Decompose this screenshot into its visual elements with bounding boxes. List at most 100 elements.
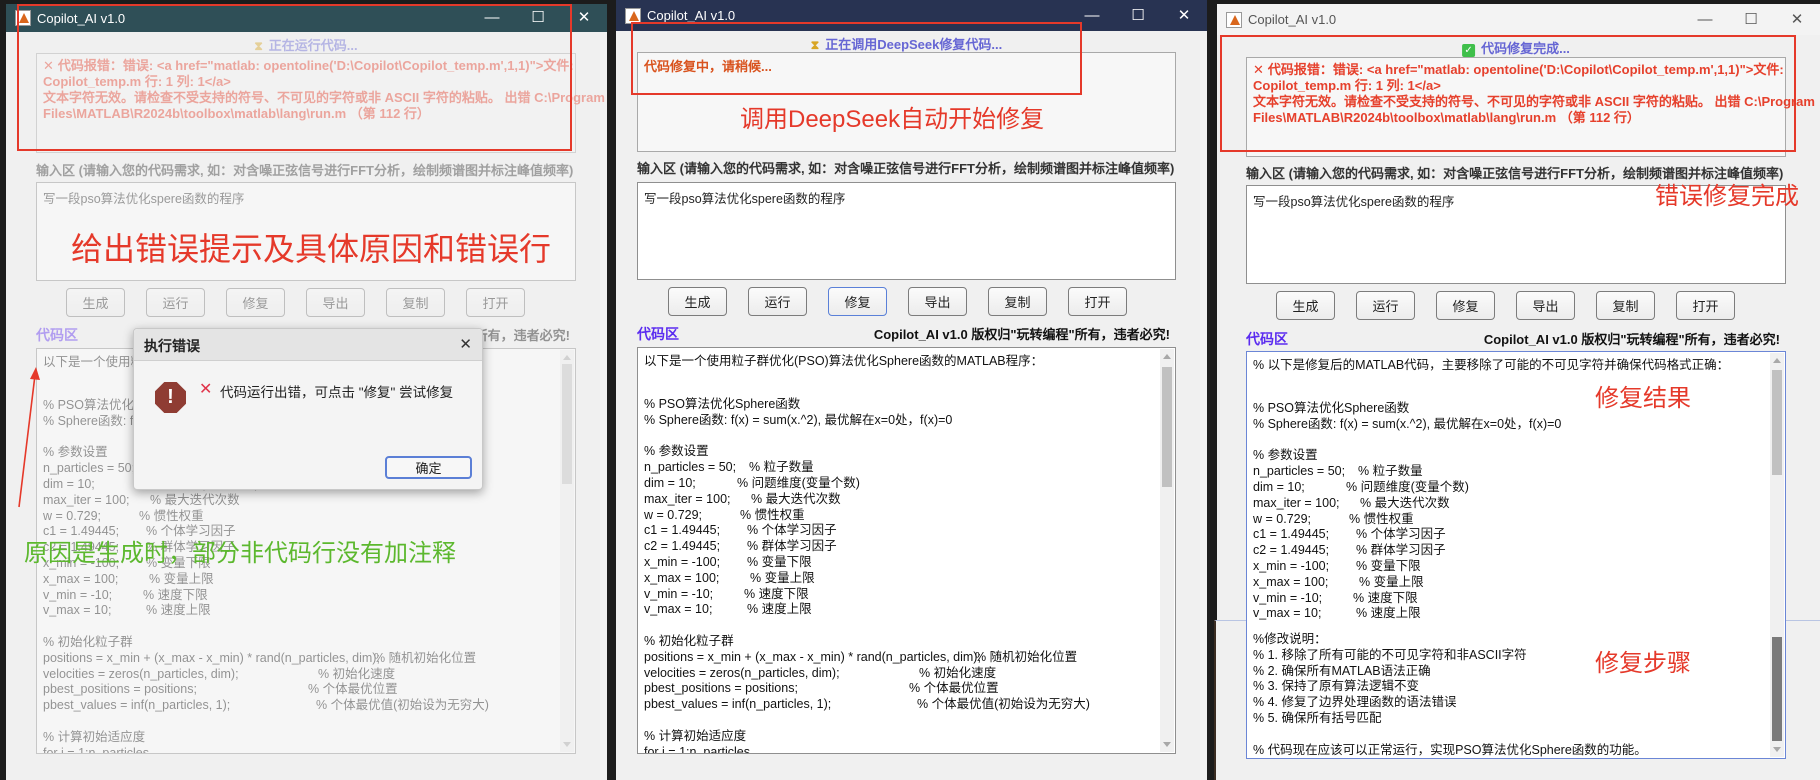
fix-note-line: % 代码现在应该可以正常运行，实现PSO算法优化Sphere函数的功能。 — [1253, 742, 1647, 758]
code-text: v_max = 10; — [644, 602, 712, 616]
code-comment: % 速度上限 — [146, 602, 211, 618]
code-text: max_iter = 100; — [644, 492, 731, 506]
generate-button[interactable]: 生成 — [1276, 291, 1335, 320]
code-line: c2 = 1.49445;% 群体学习因子 — [1253, 542, 1329, 558]
annotation-auto-fix: 调用DeepSeek自动开始修复 — [740, 99, 1044, 134]
run-button[interactable]: 运行 — [1356, 291, 1415, 320]
code-text: % 参数设置 — [1253, 448, 1318, 462]
code-text: for i = 1:n_particles — [43, 746, 149, 754]
fix-note-line: % 2. 确保所有MATLAB语法正确 — [1253, 663, 1431, 679]
code-comment: % 粒子数量 — [1358, 463, 1423, 479]
code-area-label: 代码区 — [1246, 329, 1288, 349]
code-line: c1 = 1.49445;% 个体学习因子 — [1253, 526, 1329, 542]
code-line: max_iter = 100;% 最大迭代次数 — [644, 491, 731, 507]
generate-button[interactable]: 生成 — [66, 288, 125, 317]
code-scrollbar[interactable] — [560, 350, 574, 752]
code-scrollbar[interactable] — [1770, 620, 1784, 757]
code-line: 以下是一个使用粒子群优化(PSO)算法优化Sphere函数的MATLAB程序： — [644, 353, 1043, 369]
run-button[interactable]: 运行 — [146, 288, 205, 317]
code-text: max_iter = 100; — [1253, 496, 1340, 510]
code-line: for i = 1:n_particles — [43, 745, 149, 754]
code-line: % 以下是修复后的MATLAB代码，主要移除了可能的不可见字符并确保代码格式正确… — [1253, 357, 1729, 373]
code-text: x_min = -100; — [644, 555, 720, 569]
scroll-up-arrow-icon[interactable] — [1773, 358, 1781, 363]
code-line: v_max = 10;% 速度上限 — [1253, 605, 1321, 621]
fix-button[interactable]: 修复 — [1436, 291, 1495, 320]
scroll-down-arrow-icon[interactable] — [1163, 742, 1171, 747]
code-comment: % 速度下限 — [143, 587, 208, 603]
run-button[interactable]: 运行 — [748, 287, 807, 316]
code-comment: % 群体学习因子 — [747, 538, 837, 554]
code-line: % 参数设置 — [644, 443, 709, 459]
dialog-ok-button[interactable]: 确定 — [385, 456, 472, 479]
code-comment: % 速度上限 — [1356, 605, 1421, 621]
scrollbar-thumb[interactable] — [1162, 367, 1172, 487]
annotation-fix-done: 错误修复完成 — [1655, 176, 1799, 211]
open-button[interactable]: 打开 — [466, 288, 525, 317]
code-comment: % 速度下限 — [1353, 590, 1418, 606]
code-line: positions = x_min + (x_max - x_min) * ra… — [644, 649, 981, 665]
code-comment: % 随机初始化位置 — [374, 650, 476, 666]
open-button[interactable]: 打开 — [1676, 291, 1735, 320]
open-button[interactable]: 打开 — [1068, 287, 1127, 316]
scroll-up-arrow-icon[interactable] — [1163, 354, 1171, 359]
scroll-down-arrow-icon[interactable] — [1773, 747, 1781, 752]
code-comment: % 个体最优值(初始设为无穷大) — [316, 697, 489, 713]
fix-note-line: %修改说明： — [1253, 631, 1327, 647]
export-button[interactable]: 导出 — [306, 288, 365, 317]
copy-button[interactable]: 复制 — [988, 287, 1047, 316]
code-text: v_min = -10; — [43, 588, 112, 602]
code-text: % PSO算法优化Sphere函数 — [644, 397, 800, 411]
code-comment: % 最大迭代次数 — [1360, 495, 1450, 511]
code-comment: % 变量下限 — [1356, 558, 1421, 574]
scroll-down-arrow-icon[interactable] — [563, 742, 571, 747]
export-button[interactable]: 导出 — [908, 287, 967, 316]
code-text: % Sphere函数: f(x) = sum(x.^2), 最优解在x=0处，f… — [644, 413, 952, 427]
dialog-title: 执行错误 — [144, 336, 200, 356]
code-line: x_min = -100;% 变量下限 — [1253, 558, 1329, 574]
code-line: x_max = 100;% 变量上限 — [1253, 574, 1328, 590]
code-text: c1 = 1.49445; — [644, 523, 720, 537]
code-line: velocities = zeros(n_particles, dim);% 初… — [644, 665, 840, 681]
code-text: n_particles = 50; — [644, 460, 736, 474]
copyright-text: Copilot_AI v1.0 版权归"玩转编程"所有，违者必究! — [874, 324, 1170, 343]
scrollbar-thumb[interactable] — [1772, 370, 1782, 475]
code-comment: % 速度上限 — [747, 601, 812, 617]
code-output-area[interactable]: 以下是一个使用粒子群优化(PSO)算法优化Sphere函数的MATLAB程序：%… — [637, 347, 1176, 754]
scrollbar-thumb[interactable] — [1772, 637, 1782, 741]
code-text: % 参数设置 — [644, 444, 709, 458]
generate-button[interactable]: 生成 — [668, 287, 727, 316]
dialog-titlebar: 执行错误 ✕ — [134, 329, 482, 361]
copy-button[interactable]: 复制 — [386, 288, 445, 317]
code-comment: % 最大迭代次数 — [150, 492, 240, 508]
code-comment: % 变量上限 — [149, 571, 214, 587]
code-text: v_max = 10; — [1253, 606, 1321, 620]
copy-button[interactable]: 复制 — [1596, 291, 1655, 320]
code-comment: % 变量上限 — [1359, 574, 1424, 590]
code-comment: % 个体最优位置 — [909, 680, 999, 696]
scroll-up-arrow-icon[interactable] — [563, 355, 571, 360]
prompt-input[interactable]: 写一段pso算法优化spere函数的程序 — [637, 182, 1176, 280]
fix-button[interactable]: 修复 — [828, 287, 887, 316]
code-scrollbar[interactable] — [1160, 349, 1174, 752]
code-comment: % 群体学习因子 — [1356, 542, 1446, 558]
code-line: c2 = 1.49445;% 群体学习因子 — [644, 538, 720, 554]
code-area-label: 代码区 — [637, 324, 679, 344]
annotation-reason: 原因是生成时，部分非代码行没有加注释 — [24, 533, 456, 568]
input-area-label: 输入区 (请输入您的代码需求, 如：对含噪正弦信号进行FFT分析，绘制频谱图并标… — [36, 160, 573, 179]
code-text: c2 = 1.49445; — [1253, 543, 1329, 557]
code-comment: % 变量下限 — [747, 554, 812, 570]
fix-button[interactable]: 修复 — [226, 288, 285, 317]
annotation-box-fixed — [1220, 35, 1796, 152]
code-line: positions = x_min + (x_max - x_min) * ra… — [43, 650, 380, 666]
code-text: pbest_values = inf(n_particles, 1); — [644, 697, 831, 711]
export-button[interactable]: 导出 — [1516, 291, 1575, 320]
scrollbar-thumb[interactable] — [562, 364, 572, 484]
code-text: velocities = zeros(n_particles, dim); — [644, 666, 840, 680]
dialog-close-icon[interactable]: ✕ — [459, 335, 472, 353]
code-line: % 初始化粒子群 — [644, 633, 734, 649]
code-text: x_max = 100; — [644, 571, 719, 585]
code-output-area-continued[interactable]: %修改说明：% 1. 移除了所有可能的不可见字符和非ASCII字符% 2. 确保… — [1246, 620, 1786, 759]
code-text: n_particles = 50; — [1253, 464, 1345, 478]
annotation-arrow-icon — [15, 365, 75, 520]
